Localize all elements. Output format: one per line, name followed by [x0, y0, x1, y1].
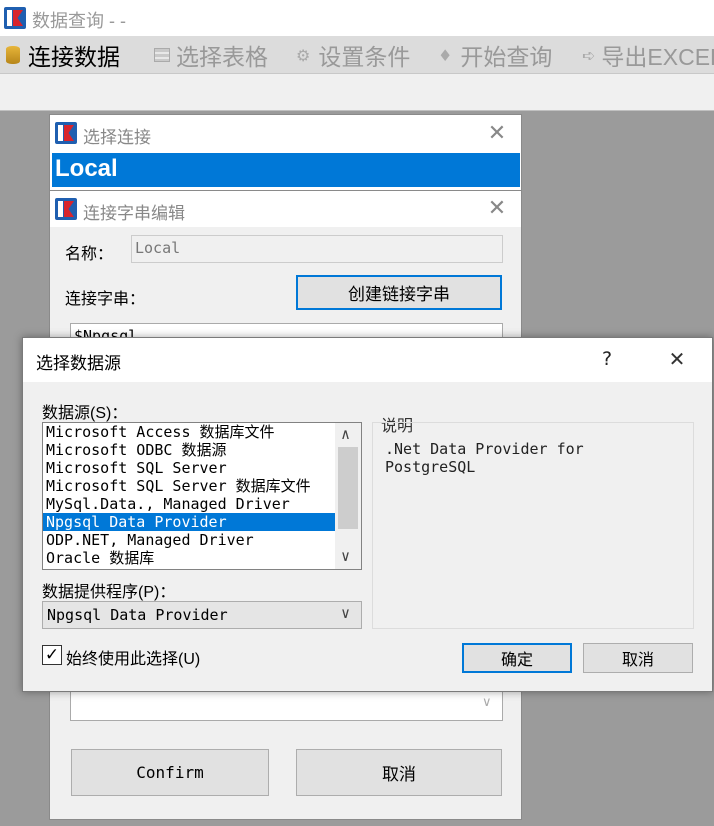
gear-icon: ⚙ [296, 45, 311, 65]
list-item[interactable]: Microsoft SQL Server 数据库文件 [43, 477, 335, 495]
conn-string-label: 连接字串： [65, 291, 146, 308]
menu-set-conditions[interactable]: ⚙ 设置条件 [296, 38, 410, 72]
conn-edit-title: 连接字串编辑 [83, 204, 185, 223]
always-use-label[interactable]: 始终使用此选择(U) [66, 645, 200, 669]
menu-start-query[interactable]: ♦ 开始查询 [438, 38, 552, 72]
menu-export-excel[interactable]: ➪ 导出EXCEL [582, 38, 714, 72]
description-panel: .Net Data Provider for PostgreSQL [372, 422, 694, 629]
list-item[interactable]: MySql.Data., Managed Driver [43, 495, 335, 513]
list-item[interactable]: ODP.NET, Managed Driver [43, 531, 335, 549]
ok-button[interactable]: 确定 [462, 643, 572, 673]
datasource-list-label: 数据源(S)： [42, 405, 128, 422]
datasource-titlebar: 选择数据源 ? ✕ [23, 338, 712, 382]
name-label: 名称： [65, 246, 114, 263]
confirm-button[interactable]: Confirm [71, 749, 269, 796]
app-logo-icon [4, 7, 26, 29]
conn-edit-titlebar: 连接字串编辑 ✕ [50, 191, 521, 227]
table-icon [154, 48, 170, 62]
always-use-checkbox[interactable]: ✓ [42, 645, 62, 665]
scroll-down-icon[interactable]: ∨ [482, 695, 492, 710]
datasource-list[interactable]: Microsoft Access 数据库文件 Microsoft ODBC 数据… [42, 422, 362, 570]
select-connection-title: 选择连接 [83, 128, 151, 147]
pin-icon: ♦ [438, 45, 453, 65]
chevron-down-icon: ∨ [341, 604, 351, 622]
export-icon: ➪ [582, 45, 596, 65]
list-item[interactable]: Microsoft ODBC 数据源 [43, 441, 335, 459]
list-scrollbar[interactable]: ∧ ∨ [335, 423, 361, 569]
menu-connect-data[interactable]: 连接数据 [6, 38, 120, 72]
datasource-title: 选择数据源 [36, 354, 121, 373]
list-item[interactable]: Microsoft Access 数据库文件 [43, 423, 335, 441]
provider-label: 数据提供程序(P)： [42, 584, 176, 601]
scroll-up-icon[interactable]: ∧ [341, 425, 350, 443]
list-item[interactable]: Microsoft SQL Server [43, 459, 335, 477]
close-icon[interactable]: ✕ [486, 198, 508, 220]
dialog-logo-icon [55, 122, 77, 144]
main-toolbar: 连接数据 选择表格 ⚙ 设置条件 ♦ 开始查询 ➪ 导出EXCEL [0, 36, 714, 74]
menu-select-table[interactable]: 选择表格 [154, 38, 268, 72]
cancel-button[interactable]: 取消 [296, 749, 502, 796]
create-conn-string-button[interactable]: 创建链接字串 [296, 275, 502, 310]
sub-toolbar [0, 75, 714, 111]
app-title: 数据查询 - - [32, 11, 126, 31]
list-item[interactable]: Oracle 数据库 [43, 549, 335, 567]
provider-select[interactable]: Npgsql Data Provider ∨ [42, 601, 362, 629]
scroll-down-icon[interactable]: ∨ [341, 547, 350, 565]
scroll-thumb[interactable] [338, 447, 358, 529]
help-icon[interactable]: ? [602, 348, 612, 370]
choose-datasource-dialog: 选择数据源 ? ✕ 数据源(S)： Microsoft Access 数据库文件… [22, 337, 713, 692]
app-titlebar: 数据查询 - - [0, 0, 714, 36]
name-field[interactable]: Local [131, 235, 503, 263]
description-text: .Net Data Provider for PostgreSQL [385, 440, 584, 476]
database-icon [6, 46, 20, 64]
connection-item-selected[interactable]: Local [52, 153, 520, 187]
close-icon[interactable]: ✕ [486, 123, 508, 145]
dialog-logo-icon [55, 198, 77, 220]
list-item-selected[interactable]: Npgsql Data Provider [43, 513, 335, 531]
close-icon[interactable]: ✕ [666, 348, 688, 370]
cancel-button[interactable]: 取消 [583, 643, 693, 673]
